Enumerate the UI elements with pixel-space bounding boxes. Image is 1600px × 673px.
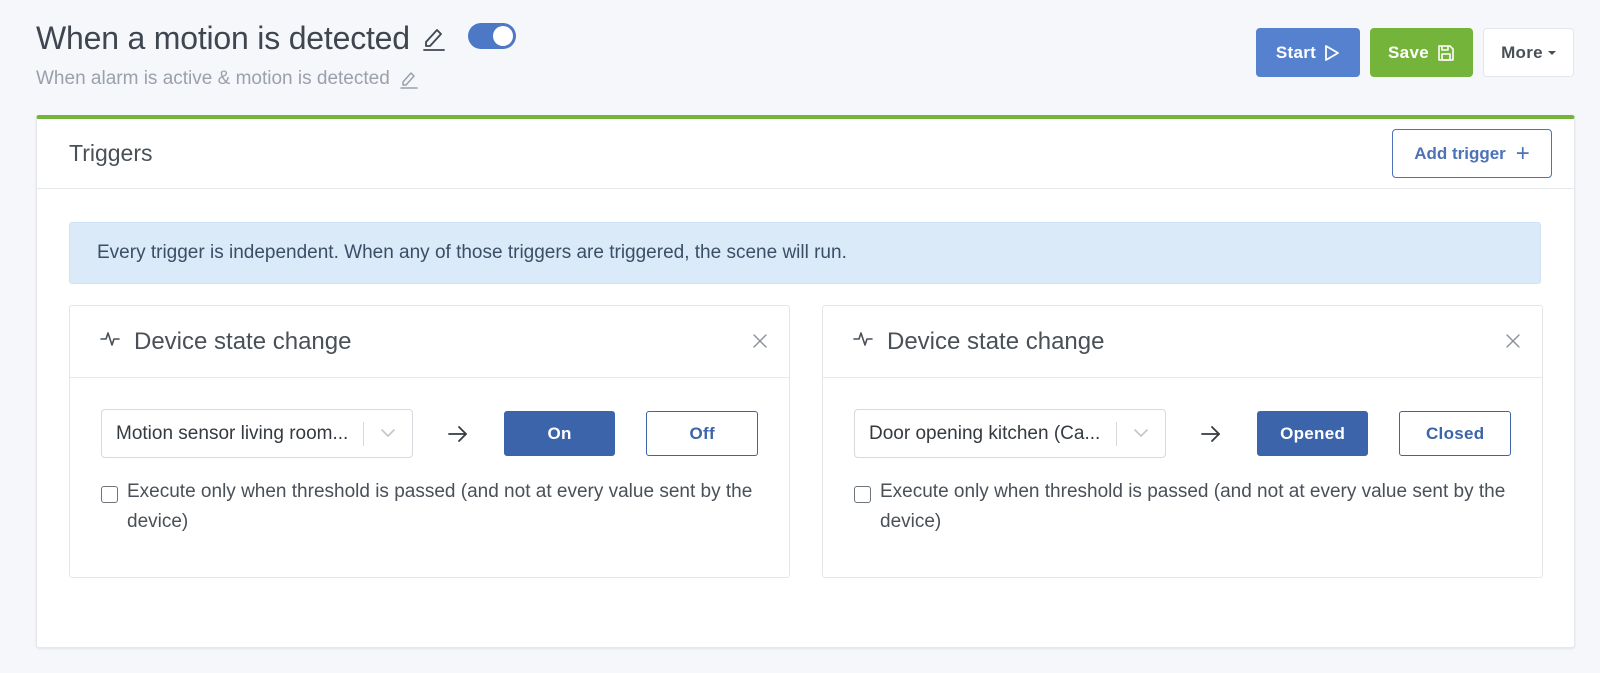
arrow-right-icon (447, 425, 469, 443)
threshold-checkbox[interactable] (101, 486, 118, 503)
more-dropdown-button[interactable]: More (1483, 28, 1574, 77)
remove-trigger-icon[interactable] (753, 334, 767, 348)
activity-icon (100, 330, 120, 353)
trigger-body: Door opening kitchen (Ca... Opened Close… (823, 378, 1542, 537)
threshold-option: Execute only when threshold is passed (a… (101, 481, 758, 537)
floppy-disk-icon (1437, 44, 1455, 62)
toggle-knob (492, 26, 513, 46)
start-label: Start (1275, 42, 1317, 62)
device-select[interactable]: Motion sensor living room... (101, 409, 413, 458)
device-select-value: Motion sensor living room... (116, 422, 349, 444)
play-icon (1324, 44, 1340, 62)
save-button[interactable]: Save (1370, 28, 1473, 77)
chevron-down-icon[interactable] (380, 428, 396, 438)
caret-down-icon (1547, 50, 1556, 55)
state-off-button[interactable]: Off (646, 411, 758, 456)
trigger-card: Device state change Door opening kitchen… (822, 305, 1543, 578)
trigger-header: Device state change (70, 306, 789, 378)
trigger-title: Device state change (134, 327, 352, 355)
scene-description: When alarm is active & motion is detecte… (36, 68, 390, 89)
trigger-body: Motion sensor living room... On Off Exec… (70, 378, 789, 537)
trigger-card: Device state change Motion sensor living… (69, 305, 790, 578)
state-closed-button[interactable]: Closed (1399, 411, 1511, 456)
header-actions: Start Save More (1256, 28, 1574, 77)
chevron-down-icon[interactable] (1133, 428, 1149, 438)
info-text: Every trigger is independent. When any o… (97, 242, 847, 263)
select-separator (362, 422, 364, 446)
more-label: More (1501, 42, 1543, 62)
select-separator (1115, 422, 1117, 446)
edit-description-icon[interactable] (400, 69, 418, 89)
device-select-value: Door opening kitchen (Ca... (869, 422, 1101, 444)
arrow-right-icon (1200, 425, 1222, 443)
device-select[interactable]: Door opening kitchen (Ca... (854, 409, 1166, 458)
save-label: Save (1388, 42, 1429, 62)
threshold-option: Execute only when threshold is passed (a… (854, 481, 1511, 537)
state-on-button[interactable]: On (503, 411, 616, 456)
scene-title: When a motion is detected (36, 19, 410, 56)
triggers-card: Triggers Add trigger + Every trigger is … (36, 115, 1575, 648)
trigger-header: Device state change (823, 306, 1542, 378)
add-trigger-label: Add trigger (1414, 143, 1506, 163)
activity-icon (853, 330, 873, 353)
trigger-row: Door opening kitchen (Ca... Opened Close… (854, 409, 1511, 458)
triggers-title: Triggers (69, 140, 153, 166)
trigger-title: Device state change (887, 327, 1105, 355)
edit-title-icon[interactable] (422, 25, 446, 51)
start-button[interactable]: Start (1256, 28, 1360, 77)
threshold-checkbox[interactable] (854, 486, 871, 503)
trigger-row: Motion sensor living room... On Off (101, 409, 758, 458)
threshold-label[interactable]: Execute only when threshold is passed (a… (880, 477, 1510, 537)
scene-active-toggle[interactable] (467, 23, 516, 49)
triggers-card-header: Triggers Add trigger + (37, 119, 1574, 189)
triggers-info-alert: Every trigger is independent. When any o… (69, 222, 1541, 284)
add-trigger-button[interactable]: Add trigger + (1392, 129, 1552, 178)
remove-trigger-icon[interactable] (1506, 334, 1520, 348)
plus-icon: + (1515, 139, 1530, 167)
threshold-label[interactable]: Execute only when threshold is passed (a… (127, 477, 757, 537)
state-opened-button[interactable]: Opened (1256, 411, 1369, 456)
